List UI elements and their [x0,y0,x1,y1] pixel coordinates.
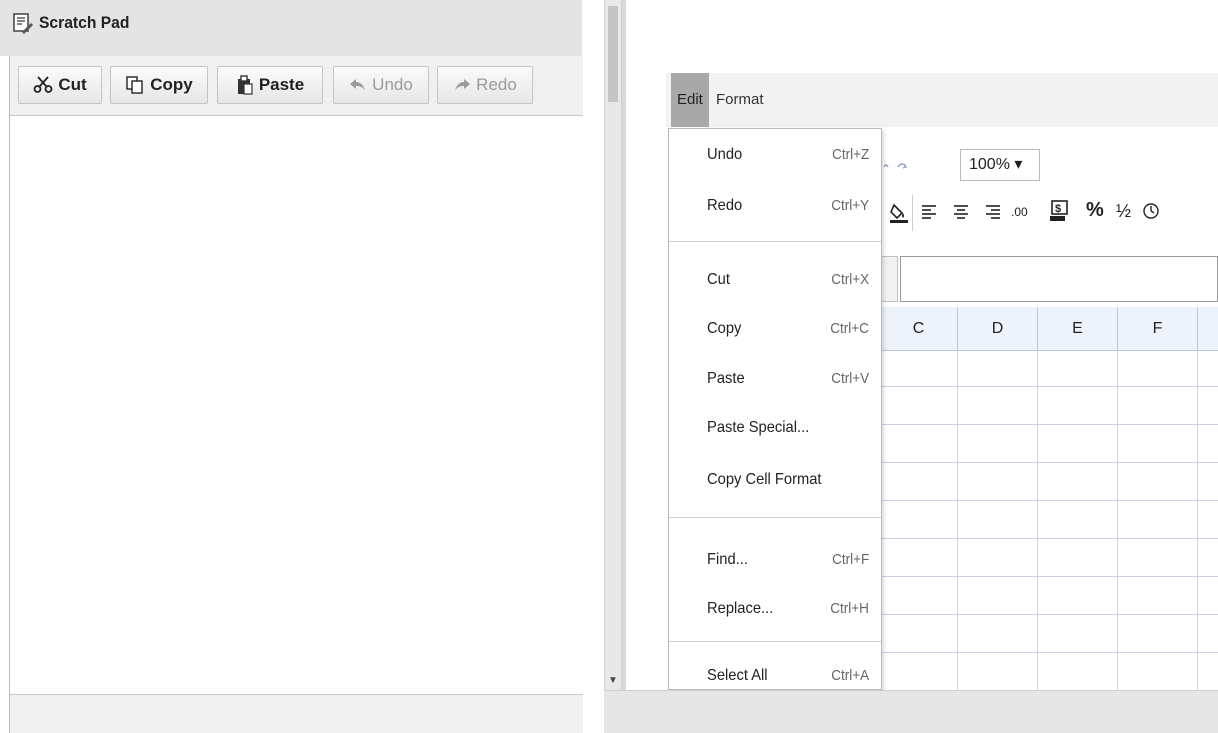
clipboard-icon [237,75,253,95]
edit-dropdown-menu: Undo Ctrl+Z Redo Ctrl+Y Cut Ctrl+X Copy … [668,128,882,690]
copy-button-label: Copy [150,75,193,94]
column-header-e[interactable]: E [1038,307,1118,351]
grid-column-line [1037,351,1038,690]
currency-format-icon[interactable]: $ [1048,199,1070,223]
column-header-d[interactable]: D [958,307,1038,351]
menu-item-label: Paste Special... [707,419,810,436]
grid-row-line [880,462,1218,463]
spreadsheet-grid[interactable]: C D E F [880,307,1218,690]
grid-column-line [957,351,958,690]
menu-item-shortcut: Ctrl+V [831,370,869,387]
grid-row-line [880,386,1218,387]
scratch-pad-titlebar: Scratch Pad [0,0,582,56]
formula-input[interactable] [900,256,1218,302]
scratch-pad-textarea[interactable] [10,116,583,694]
menu-item-shortcut: Ctrl+Z [831,146,869,163]
grid-row-line [880,538,1218,539]
name-box[interactable] [880,256,898,302]
scratch-pad-title: Scratch Pad [39,13,130,32]
grid-row-line [880,576,1218,577]
cut-button[interactable]: Cut [18,66,102,104]
menu-item-shortcut: Ctrl+C [830,320,869,337]
grid-column-line [1197,351,1198,690]
menu-item-copy-cell-format[interactable]: Copy Cell Format [669,460,881,500]
menu-separator [669,517,881,518]
redo-button[interactable]: Redo [437,66,533,104]
menu-edit[interactable]: Edit [671,73,709,127]
menu-item-paste[interactable]: Paste Ctrl+V [669,359,881,399]
menu-item-shortcut: Ctrl+X [831,271,869,288]
clock-icon[interactable] [1142,202,1160,220]
percent-format-button[interactable]: % [1086,199,1104,222]
redo-arrow-icon [455,79,471,91]
align-center-icon[interactable] [952,203,970,221]
scratch-pad-toolbar: Cut Copy Paste Undo Redo [10,56,583,116]
menu-item-label: Redo [707,197,743,214]
menu-item-shortcut: Ctrl+F [831,551,869,568]
undo-arrow-icon [350,79,366,91]
column-header-c[interactable]: C [880,307,958,351]
grid-row-line [880,424,1218,425]
menu-item-label: Copy [707,320,742,337]
scrollbar-thumb[interactable] [608,6,618,102]
copy-icon [126,76,143,94]
menu-item-undo[interactable]: Undo Ctrl+Z [669,135,881,175]
grid-row-line [880,500,1218,501]
menu-item-label: Cut [707,271,730,288]
menu-item-replace[interactable]: Replace... Ctrl+H [669,589,881,629]
paste-button-label: Paste [258,75,305,94]
menu-item-shortcut: Ctrl+H [830,600,869,617]
menu-separator [669,641,881,642]
scroll-down-arrow-icon[interactable]: ▼ [606,674,620,688]
scratch-pad-footer [10,694,583,733]
menu-item-label: Replace... [707,600,774,617]
fraction-format-button[interactable]: ½ [1116,201,1131,222]
menu-item-find[interactable]: Find... Ctrl+F [669,540,881,580]
undo-button[interactable]: Undo [333,66,429,104]
align-right-icon[interactable] [984,203,1002,221]
column-header-g[interactable] [1198,307,1218,351]
menu-item-copy[interactable]: Copy Ctrl+C [669,309,881,349]
menu-separator [669,241,881,242]
undo-button-label: Undo [372,75,413,94]
menu-format[interactable]: Format [710,73,770,127]
menu-item-shortcut: Ctrl+Y [831,197,869,214]
align-left-icon[interactable] [920,203,938,221]
vertical-scrollbar[interactable]: ▼ [604,0,622,690]
menu-item-label: Copy Cell Format [707,471,822,488]
grid-row-line [880,652,1218,653]
scratch-pad-panel: Cut Copy Paste Undo Redo [9,56,583,733]
toolbar-separator [912,195,913,231]
grid-column-line [1117,351,1118,690]
paste-button[interactable]: Paste [217,66,323,104]
scissors-icon [33,76,53,93]
redo-button-label: Redo [476,75,517,94]
svg-text:$: $ [1055,203,1061,215]
menu-item-label: Paste [707,370,745,387]
menu-item-redo[interactable]: Redo Ctrl+Y [669,186,881,226]
menu-bar: Edit Format [666,73,1218,127]
formula-bar [880,256,1218,304]
scratch-pad-window: Scratch Pad Cut Copy Paste Undo Redo [0,0,583,733]
menu-item-label: Find... [707,551,748,568]
cut-button-label: Cut [58,75,87,94]
undo-redo-icon[interactable] [882,155,910,175]
menu-item-label: Undo [707,146,743,163]
fill-color-icon[interactable] [888,201,910,223]
column-header-f[interactable]: F [1118,307,1198,351]
zoom-select[interactable]: 100% ▾ [960,149,1040,181]
menu-item-paste-special[interactable]: Paste Special... [669,408,881,448]
bottom-status-bar [604,690,1218,733]
grid-row-line [880,614,1218,615]
scratch-pad-icon [13,13,33,34]
menu-item-cut[interactable]: Cut Ctrl+X [669,260,881,300]
decimal-format-button[interactable]: .00 [1011,205,1028,219]
copy-button[interactable]: Copy [110,66,208,104]
